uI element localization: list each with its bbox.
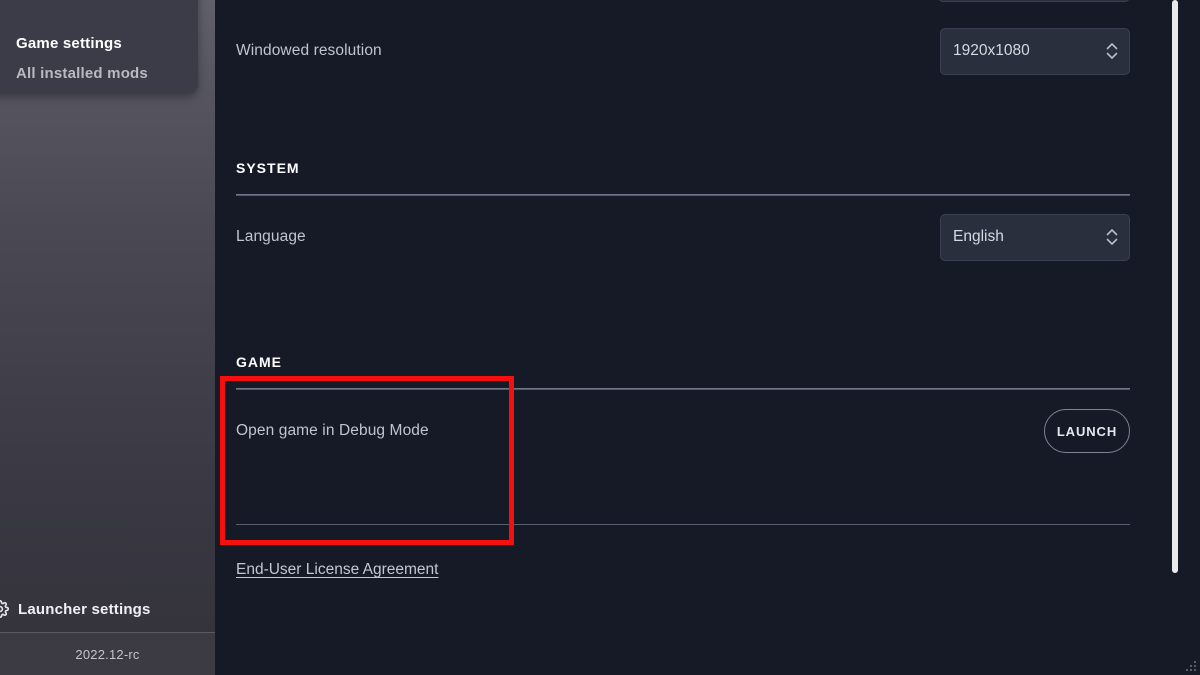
- settings-panel: Display monitor (0) Generic PnP Monitor …: [215, 0, 1200, 675]
- windowed-resolution-value: 1920x1080: [953, 42, 1030, 59]
- eula-link[interactable]: End-User License Agreement: [236, 561, 438, 578]
- language-value: English: [953, 228, 1004, 245]
- sidebar: All installed mods Game settings Launche…: [0, 0, 215, 675]
- game-divider: [236, 388, 1130, 390]
- resize-grip[interactable]: [1183, 658, 1196, 671]
- version-row: 2022.12-rc: [0, 633, 215, 675]
- sidebar-item-game-settings[interactable]: Game settings: [16, 35, 122, 52]
- row-debug-mode: Open game in Debug Mode LAUNCH: [236, 398, 1130, 464]
- launcher-window: All installed mods Game settings Launche…: [0, 0, 1200, 675]
- row-language: Language English: [236, 204, 1130, 270]
- windowed-resolution-label: Windowed resolution: [236, 42, 382, 59]
- launch-button[interactable]: LAUNCH: [1044, 409, 1130, 453]
- sidebar-item-all-installed-mods[interactable]: All installed mods: [16, 65, 148, 82]
- stepper-updown-icon[interactable]: [1106, 41, 1118, 61]
- row-windowed-resolution: Windowed resolution 1920x1080: [236, 18, 1130, 84]
- gear-icon: [0, 600, 9, 618]
- system-heading: SYSTEM: [236, 160, 300, 176]
- section-game: GAME: [236, 354, 1130, 390]
- stepper-updown-icon[interactable]: [1106, 227, 1118, 247]
- section-system: SYSTEM: [236, 160, 1130, 196]
- game-heading: GAME: [236, 354, 282, 370]
- language-label: Language: [236, 228, 306, 245]
- language-select[interactable]: English: [940, 213, 1130, 261]
- footer-divider: [236, 524, 1130, 525]
- display-monitor-select[interactable]: (0) Generic PnP Monitor: [938, 0, 1130, 2]
- system-divider: [236, 194, 1130, 196]
- scrollbar-thumb[interactable]: [1172, 0, 1178, 573]
- windowed-resolution-select[interactable]: 1920x1080: [940, 27, 1130, 75]
- version-label: 2022.12-rc: [75, 646, 140, 662]
- launcher-settings-label: Launcher settings: [18, 600, 151, 618]
- sidebar-item-launcher-settings[interactable]: Launcher settings: [0, 587, 215, 631]
- sidebar-flyout-panel: All installed mods Game settings: [0, 0, 198, 94]
- settings-content: Display monitor (0) Generic PnP Monitor …: [215, 0, 1173, 579]
- debug-mode-label: Open game in Debug Mode: [236, 422, 429, 439]
